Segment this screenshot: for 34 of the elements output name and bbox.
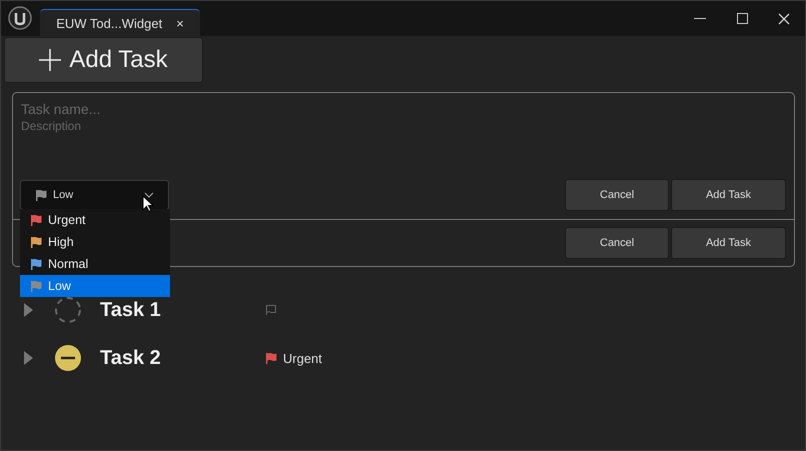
- empty-flag-icon: [265, 304, 277, 316]
- flag-icon: [30, 236, 42, 248]
- task-name-field[interactable]: Task name...: [13, 100, 329, 118]
- app-logo-icon: [8, 6, 32, 30]
- priority-option[interactable]: Low: [20, 275, 170, 297]
- document-tab[interactable]: EUW Tod...Widget ×: [40, 9, 200, 36]
- task-name: Task 1: [100, 298, 162, 322]
- description-field[interactable]: Description: [13, 118, 329, 134]
- tab-title: EUW Tod...Widget: [56, 16, 162, 30]
- flag-icon: [30, 258, 42, 270]
- priority-value: Low: [53, 189, 74, 201]
- chevron-icon: [144, 192, 154, 198]
- task-name: Task 2: [100, 346, 162, 370]
- priority-label: Urgent: [283, 350, 322, 366]
- tab-close-button[interactable]: ×: [176, 16, 184, 30]
- minus-circle-icon: [54, 344, 82, 372]
- mouse-cursor-icon: [142, 195, 154, 213]
- flag-icon: [30, 280, 42, 292]
- close-icon[interactable]: [778, 12, 790, 24]
- cancel-button[interactable]: Cancel: [565, 179, 669, 211]
- cancel-button[interactable]: Cancel: [565, 227, 669, 259]
- priority-option[interactable]: Urgent: [20, 209, 170, 231]
- add-task-button[interactable]: Add Task: [671, 179, 786, 211]
- expand-arrow-icon[interactable]: [24, 303, 33, 317]
- priority-dropdown[interactable]: Low: [20, 180, 169, 210]
- add-task-button[interactable]: Add Task: [671, 227, 786, 259]
- plus-icon: [39, 49, 62, 71]
- maximize-icon[interactable]: [736, 13, 748, 24]
- add-task-button[interactable]: Add Task: [4, 37, 203, 83]
- flag-icon: [30, 214, 42, 226]
- dashed-circle-icon: [54, 296, 82, 324]
- priority-option[interactable]: Normal: [20, 253, 170, 275]
- priority-option[interactable]: High: [20, 231, 170, 253]
- expand-arrow-icon[interactable]: [24, 351, 33, 365]
